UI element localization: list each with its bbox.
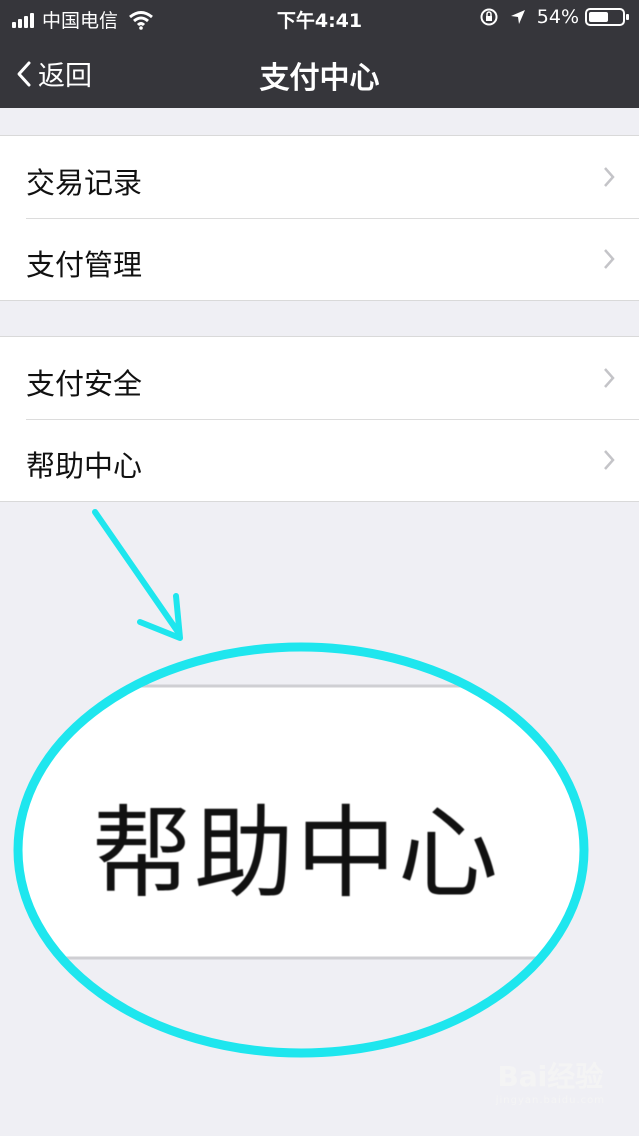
menu-item-payment-management[interactable]: 支付管理: [0, 218, 639, 300]
watermark: Bai经验 jingyan.baidu.com: [496, 1055, 605, 1106]
watermark-brand: Bai经验: [497, 1060, 604, 1093]
annotation-arrow: [92, 509, 181, 635]
status-right: 54%: [479, 6, 629, 28]
chevron-right-icon: [604, 249, 615, 269]
status-bar: 中国电信 下午4:41 54%: [0, 0, 639, 36]
menu-group-1: 交易记录 支付管理: [0, 135, 639, 301]
annotation-arrowhead: [137, 593, 183, 641]
chevron-right-icon: [604, 450, 615, 470]
location-icon: [510, 10, 525, 24]
menu-item-label: 支付安全: [26, 367, 143, 401]
menu-item-transactions[interactable]: 交易记录: [0, 136, 639, 218]
chevron-right-icon: [604, 167, 615, 187]
menu-item-help-center[interactable]: 帮助中心: [0, 419, 639, 501]
menu-group-2: 支付安全 帮助中心: [0, 336, 639, 502]
zoomed-help-center-label: 帮助中心: [92, 795, 500, 912]
top-bar: 中国电信 下午4:41 54% 返回 支付中心: [0, 0, 639, 108]
watermark-url: jingyan.baidu.com: [495, 1095, 605, 1106]
page-title: 支付中心: [259, 61, 380, 96]
menu-item-label: 帮助中心: [26, 449, 143, 483]
battery-percent: 54%: [536, 6, 579, 28]
menu-item-payment-security[interactable]: 支付安全: [0, 337, 639, 419]
battery-icon: [585, 8, 629, 26]
nav-bar: 返回 支付中心: [0, 36, 639, 108]
chevron-right-icon: [604, 368, 615, 388]
orientation-lock-icon: [480, 8, 498, 26]
menu-item-label: 支付管理: [26, 248, 143, 282]
menu-item-label: 交易记录: [26, 166, 143, 200]
